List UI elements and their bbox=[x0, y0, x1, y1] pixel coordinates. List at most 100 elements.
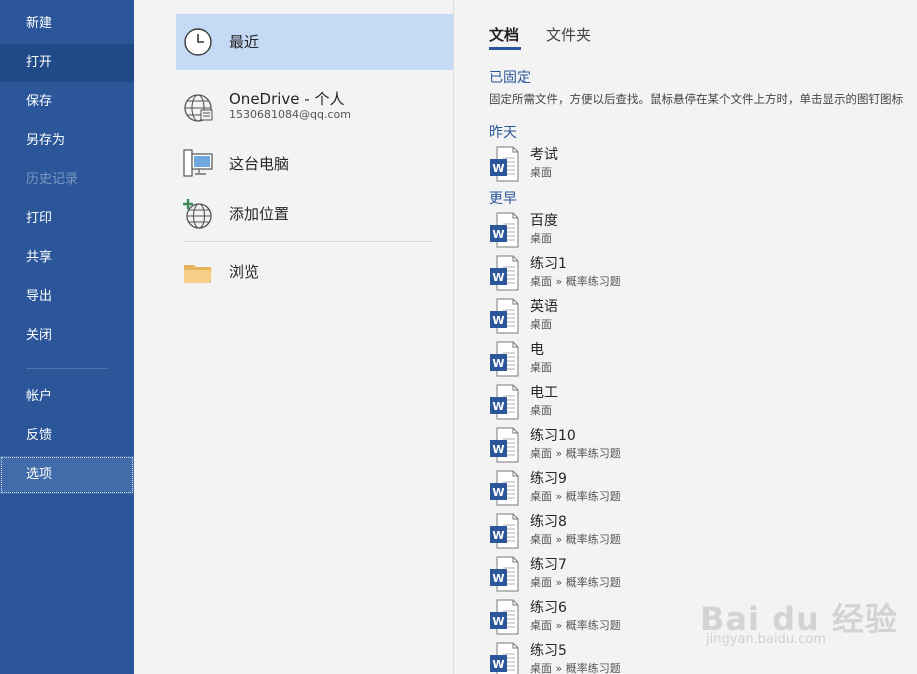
svg-text:W: W bbox=[492, 658, 504, 671]
file-name: 练习1 bbox=[530, 256, 567, 272]
file-name: 百度 bbox=[530, 213, 558, 229]
word-document-icon: W bbox=[489, 556, 519, 592]
file-item[interactable]: W练习6桌面 » 概率练习题2 bbox=[489, 599, 917, 641]
nav-new[interactable]: 新建 bbox=[0, 5, 134, 43]
word-document-icon: W bbox=[489, 513, 519, 549]
pinned-title: 已固定 bbox=[489, 70, 531, 86]
file-name: 练习6 bbox=[530, 600, 567, 616]
location-add-place[interactable]: 添加位置 bbox=[176, 192, 453, 236]
file-item[interactable]: W电工桌面2 bbox=[489, 384, 917, 426]
group-earlier: 更早 bbox=[489, 191, 517, 207]
svg-text:W: W bbox=[492, 443, 504, 456]
nav-save[interactable]: 保存 bbox=[0, 83, 134, 121]
tab-documents[interactable]: 文档 bbox=[489, 24, 519, 45]
file-name: 英语 bbox=[530, 299, 558, 315]
svg-text:W: W bbox=[492, 615, 504, 628]
add-globe-icon bbox=[183, 199, 212, 229]
file-item[interactable]: W考试桌面2 bbox=[489, 146, 917, 188]
file-path: 桌面 » 概率练习题 bbox=[530, 533, 621, 546]
file-name: 练习5 bbox=[530, 643, 567, 659]
nav-close[interactable]: 关闭 bbox=[0, 317, 134, 355]
word-document-icon: W bbox=[489, 146, 519, 182]
nav-divider bbox=[26, 368, 108, 369]
tab-underline bbox=[489, 47, 521, 50]
file-path: 桌面 » 概率练习题 bbox=[530, 275, 621, 288]
word-document-icon: W bbox=[489, 384, 519, 420]
file-item[interactable]: W电桌面2 bbox=[489, 341, 917, 383]
clock-icon bbox=[184, 28, 212, 56]
file-item[interactable]: W练习9桌面 » 概率练习题2 bbox=[489, 470, 917, 512]
nav-open[interactable]: 打开 bbox=[0, 44, 134, 82]
file-path: 桌面 » 概率练习题 bbox=[530, 576, 621, 589]
location-browse[interactable]: 浏览 bbox=[176, 250, 453, 294]
locations-divider bbox=[184, 241, 432, 242]
svg-text:W: W bbox=[492, 314, 504, 327]
word-document-icon: W bbox=[489, 298, 519, 334]
pinned-description: 固定所需文件，方便以后查找。鼠标悬停在某个文件上方时，单击显示的图钉图标 bbox=[489, 92, 903, 106]
location-recent-label: 最近 bbox=[229, 33, 260, 51]
word-document-icon: W bbox=[489, 341, 519, 377]
file-path: 桌面 » 概率练习题 bbox=[530, 662, 621, 674]
svg-text:W: W bbox=[492, 357, 504, 370]
location-onedrive-label: OneDrive - 个人 bbox=[229, 90, 345, 108]
file-path: 桌面 bbox=[530, 232, 552, 245]
svg-text:W: W bbox=[492, 162, 504, 175]
computer-icon bbox=[183, 149, 213, 177]
nav-options[interactable]: 选项 bbox=[0, 456, 134, 494]
file-item[interactable]: W练习5桌面 » 概率练习题2 bbox=[489, 642, 917, 674]
word-document-icon: W bbox=[489, 427, 519, 463]
file-path: 桌面 bbox=[530, 318, 552, 331]
location-this-pc[interactable]: 这台电脑 bbox=[176, 140, 453, 186]
location-this-pc-label: 这台电脑 bbox=[229, 155, 290, 173]
word-document-icon: W bbox=[489, 642, 519, 674]
nav-save-as[interactable]: 另存为 bbox=[0, 122, 134, 160]
file-path: 桌面 bbox=[530, 404, 552, 417]
svg-text:W: W bbox=[492, 271, 504, 284]
group-yesterday: 昨天 bbox=[489, 125, 517, 141]
file-path: 桌面 bbox=[530, 361, 552, 374]
nav-history: 历史记录 bbox=[26, 172, 79, 187]
location-onedrive-account: 1530681084@qq.com bbox=[229, 108, 351, 121]
word-document-icon: W bbox=[489, 255, 519, 291]
location-recent[interactable]: 最近 bbox=[176, 14, 453, 70]
nav-account[interactable]: 帐户 bbox=[0, 378, 134, 416]
svg-text:W: W bbox=[492, 400, 504, 413]
file-item[interactable]: W百度桌面2 bbox=[489, 212, 917, 254]
file-item[interactable]: W练习1桌面 » 概率练习题2 bbox=[489, 255, 917, 297]
globe-icon bbox=[184, 94, 213, 122]
file-name: 电工 bbox=[530, 385, 558, 401]
open-locations: 最近 OneDrive - 个人 1530681084@qq.com 这台电脑 … bbox=[134, 0, 454, 674]
word-document-icon: W bbox=[489, 599, 519, 635]
file-name: 练习10 bbox=[530, 428, 576, 444]
backstage-nav: 新建 打开 保存 另存为 历史记录 打印 共享 导出 关闭 帐户 反馈 选项 bbox=[0, 0, 134, 674]
nav-feedback[interactable]: 反馈 bbox=[0, 417, 134, 455]
word-document-icon: W bbox=[489, 470, 519, 506]
file-path: 桌面 bbox=[530, 166, 552, 179]
file-name: 练习8 bbox=[530, 514, 567, 530]
file-path: 桌面 » 概率练习题 bbox=[530, 619, 621, 632]
recent-files-panel: 文档 文件夹 已固定 固定所需文件，方便以后查找。鼠标悬停在某个文件上方时，单击… bbox=[454, 0, 917, 674]
nav-share[interactable]: 共享 bbox=[0, 239, 134, 277]
location-browse-label: 浏览 bbox=[229, 263, 260, 281]
location-onedrive[interactable]: OneDrive - 个人 1530681084@qq.com bbox=[176, 78, 453, 128]
folder-icon bbox=[184, 265, 212, 283]
nav-export[interactable]: 导出 bbox=[0, 278, 134, 316]
word-document-icon: W bbox=[489, 212, 519, 248]
file-name: 练习7 bbox=[530, 557, 567, 573]
file-name: 考试 bbox=[530, 147, 558, 163]
file-path: 桌面 » 概率练习题 bbox=[530, 490, 621, 503]
file-item[interactable]: W练习8桌面 » 概率练习题2 bbox=[489, 513, 917, 555]
svg-text:W: W bbox=[492, 228, 504, 241]
file-name: 练习9 bbox=[530, 471, 567, 487]
tab-folders[interactable]: 文件夹 bbox=[546, 24, 591, 45]
nav-print[interactable]: 打印 bbox=[0, 200, 134, 238]
file-item[interactable]: W英语桌面2 bbox=[489, 298, 917, 340]
file-name: 电 bbox=[530, 342, 544, 358]
svg-text:W: W bbox=[492, 529, 504, 542]
file-item[interactable]: W练习7桌面 » 概率练习题2 bbox=[489, 556, 917, 598]
svg-text:W: W bbox=[492, 486, 504, 499]
svg-text:W: W bbox=[492, 572, 504, 585]
file-item[interactable]: W练习10桌面 » 概率练习题2 bbox=[489, 427, 917, 469]
location-add-place-label: 添加位置 bbox=[229, 205, 290, 223]
file-path: 桌面 » 概率练习题 bbox=[530, 447, 621, 460]
